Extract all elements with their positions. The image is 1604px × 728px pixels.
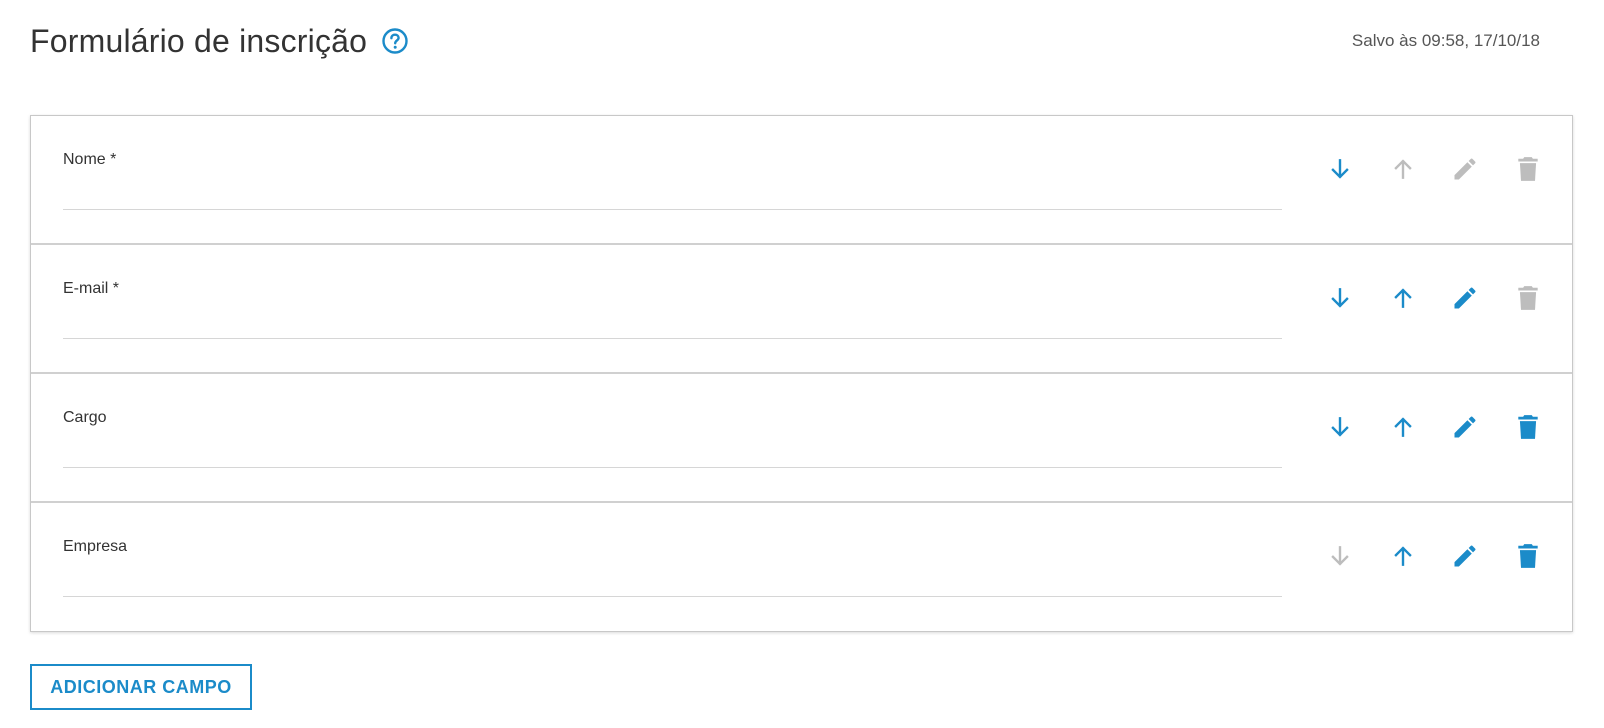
registration-form-page: Formulário de inscrição Salvo às 09:58, … <box>0 0 1604 728</box>
field-label: Nome * <box>63 151 117 168</box>
form-field-row: Cargo <box>31 374 1572 503</box>
field-actions <box>1292 503 1572 631</box>
page-header: Formulário de inscrição Salvo às 09:58, … <box>30 18 1540 64</box>
field-actions <box>1292 374 1572 501</box>
form-field-row: Nome * <box>31 116 1572 245</box>
arrow-down-icon[interactable] <box>1325 283 1355 313</box>
add-field-button[interactable]: ADICIONAR CAMPO <box>30 664 252 710</box>
field-input-underline <box>63 338 1282 339</box>
page-title: Formulário de inscrição <box>30 22 368 59</box>
help-circle-icon[interactable] <box>381 27 409 55</box>
form-field-row: E-mail * <box>31 245 1572 374</box>
title-wrap: Formulário de inscrição <box>30 23 409 60</box>
field-input-underline <box>63 596 1282 597</box>
field-actions <box>1292 116 1572 243</box>
trash-icon[interactable] <box>1513 283 1543 313</box>
pencil-icon[interactable] <box>1450 154 1480 184</box>
trash-icon[interactable] <box>1513 154 1543 184</box>
arrow-down-icon[interactable] <box>1325 412 1355 442</box>
field-input-underline <box>63 467 1282 468</box>
pencil-icon[interactable] <box>1450 541 1480 571</box>
arrow-up-icon[interactable] <box>1388 154 1418 184</box>
pencil-icon[interactable] <box>1450 412 1480 442</box>
field-label: Cargo <box>63 409 107 426</box>
arrow-down-icon[interactable] <box>1325 541 1355 571</box>
arrow-up-icon[interactable] <box>1388 541 1418 571</box>
fields-list: Nome * E-mail * Cargo Empresa <box>30 115 1573 632</box>
form-field-row: Empresa <box>31 503 1572 631</box>
arrow-down-icon[interactable] <box>1325 154 1355 184</box>
saved-status: Salvo às 09:58, 17/10/18 <box>1351 31 1540 50</box>
arrow-up-icon[interactable] <box>1388 412 1418 442</box>
trash-icon[interactable] <box>1513 541 1543 571</box>
arrow-up-icon[interactable] <box>1388 283 1418 313</box>
field-label: E-mail * <box>63 280 120 297</box>
pencil-icon[interactable] <box>1450 283 1480 313</box>
field-actions <box>1292 245 1572 372</box>
field-label: Empresa <box>63 538 128 555</box>
field-input-underline <box>63 209 1282 210</box>
trash-icon[interactable] <box>1513 412 1543 442</box>
